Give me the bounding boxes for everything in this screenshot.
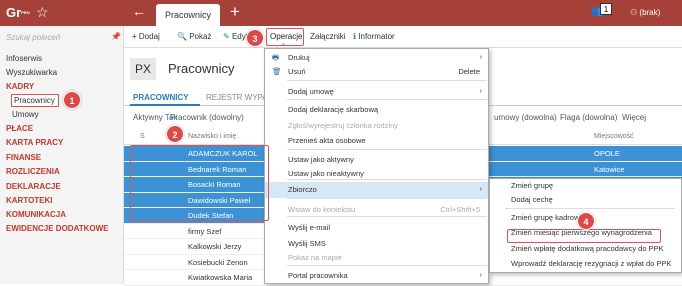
row-name: Kosiebucki Zenon bbox=[188, 257, 248, 267]
menu-separator bbox=[287, 80, 487, 81]
menu-item-label: Dodaj deklarację skarbową bbox=[288, 105, 379, 114]
sidebar-section-kadry[interactable]: KADRY bbox=[6, 82, 34, 91]
page-code-box: PX bbox=[130, 58, 156, 80]
menu-item-wstaw-do-kontekstu[interactable]: Wstaw do kontekstu Ctrl+Shift+5 bbox=[265, 202, 488, 218]
menu-item-pokaż-na-mapie[interactable]: Pokaż na mapie bbox=[265, 250, 488, 266]
app-logo[interactable]: GrPRO bbox=[6, 4, 30, 22]
chevron-right-icon: › bbox=[479, 186, 482, 193]
menu-item-wyślij-e-mail[interactable]: Wyślij e-mail bbox=[265, 220, 488, 236]
filter-employee[interactable]: Pracownik (dowolny) bbox=[170, 113, 244, 122]
menu-item-label: Usuń bbox=[288, 67, 306, 76]
pin-icon[interactable]: 📌 bbox=[111, 32, 121, 41]
sidebar-section-kartoteki[interactable]: KARTOTEKI bbox=[6, 196, 53, 205]
menu-item-ustaw-jako-nieaktywny[interactable]: Ustaw jako nieaktywny bbox=[265, 166, 488, 182]
filter-contract[interactable]: umowy (dowolna) bbox=[494, 113, 557, 122]
row-name: Kwiatkowska Maria bbox=[188, 273, 253, 282]
sidebar-section-finanse[interactable]: FINANSE bbox=[6, 153, 41, 162]
title-bar bbox=[0, 0, 682, 26]
sidebar-section-ewidencje[interactable]: EWIDENCJE DODATKOWE bbox=[6, 224, 109, 233]
chevron-right-icon: › bbox=[479, 88, 482, 95]
user-icon: ⚇ bbox=[630, 8, 640, 17]
attachments-button[interactable]: Załączniki bbox=[310, 32, 346, 41]
step-badge-3: 3 bbox=[246, 29, 264, 47]
menu-item-label: Zbiorczo bbox=[288, 185, 317, 194]
menu-separator bbox=[287, 149, 487, 150]
row-name: firmy Szef bbox=[188, 226, 222, 236]
sidebar-search-input[interactable]: Szukaj poleceń bbox=[6, 33, 60, 42]
active-tab-underline bbox=[130, 104, 200, 106]
back-arrow-icon[interactable]: ← bbox=[132, 3, 146, 19]
menu-item-shortcut: Ctrl+Shift+5 bbox=[440, 205, 480, 214]
submenu-item[interactable]: Dodaj cechę bbox=[490, 192, 680, 208]
user-menu[interactable]: ⚇ (brak) bbox=[630, 8, 660, 17]
search-icon: 🔍 bbox=[177, 32, 190, 41]
tab-pracownicy-list[interactable]: PRACOWNICY bbox=[133, 93, 189, 102]
plus-icon: + bbox=[132, 32, 139, 41]
notification-count[interactable]: 1 bbox=[600, 3, 612, 15]
pencil-icon: ✎ bbox=[223, 32, 232, 41]
sidebar-section-deklaracje[interactable]: DEKLARACJE bbox=[6, 182, 61, 191]
menu-item-portal-pracownika[interactable]: Portal pracownika › bbox=[265, 268, 488, 284]
tab-rejestr[interactable]: REJESTR WYPA bbox=[206, 93, 268, 102]
sidebar-item-infoserwis[interactable]: Infoserwis bbox=[6, 54, 42, 63]
step-badge-2: 2 bbox=[166, 125, 184, 143]
filter-more[interactable]: Więcej bbox=[622, 113, 646, 122]
chevron-right-icon: › bbox=[479, 272, 482, 279]
sidebar-item-umowy[interactable]: Umowy bbox=[12, 110, 39, 119]
menu-item-label: Drukuj bbox=[288, 53, 310, 62]
highlight-selected-rows bbox=[130, 145, 269, 221]
col-city[interactable]: Miejscowość bbox=[594, 133, 634, 140]
highlight-operations bbox=[266, 28, 304, 46]
menu-item-label: Ustaw jako nieaktywny bbox=[288, 169, 364, 178]
tab-pracownicy[interactable]: Pracownicy bbox=[156, 4, 220, 26]
add-button[interactable]: + Dodaj bbox=[132, 32, 160, 41]
menu-item-dodaj-deklarację-skarbową[interactable]: Dodaj deklarację skarbową bbox=[265, 102, 488, 118]
menu-item-label: Wstaw do kontekstu bbox=[288, 205, 356, 214]
menu-separator bbox=[287, 198, 487, 199]
row-city: Katowice bbox=[594, 164, 625, 174]
sidebar-section-place[interactable]: PŁACE bbox=[6, 124, 33, 133]
menu-item-label: Pokaż na mapie bbox=[288, 253, 342, 262]
page-title: Pracownicy bbox=[168, 61, 235, 76]
informator-button[interactable]: ℹ Informator bbox=[353, 32, 395, 41]
col-s[interactable]: S bbox=[140, 133, 145, 140]
favorites-star-icon[interactable]: ☆ bbox=[36, 4, 49, 21]
show-button[interactable]: 🔍 Pokaż bbox=[177, 32, 211, 41]
menu-item-label: Portal pracownika bbox=[288, 271, 348, 280]
menu-item-label: Przenieś akta osobowe bbox=[288, 136, 366, 145]
menu-item-label: Dodaj umowę bbox=[288, 87, 334, 96]
highlight-submenu-item bbox=[507, 229, 661, 243]
menu-item-shortcut: Delete bbox=[458, 67, 480, 76]
submenu-item[interactable]: Wprowadź deklarację rezygnacji z wpłat d… bbox=[490, 256, 680, 272]
highlight-sidebar-item bbox=[11, 94, 59, 107]
menu-item-label: Zgłoś/wyrejestruj członka rodziny bbox=[288, 121, 399, 130]
submenu-item[interactable]: Zmień wpłatę dodatkową pracodawcy do PPK bbox=[490, 241, 680, 257]
sidebar-section-komunikacja[interactable]: KOMUNIKACJA bbox=[6, 210, 66, 219]
menu-item-dodaj-umowę[interactable]: Dodaj umowę › bbox=[265, 84, 488, 100]
sidebar-section-karta-pracy[interactable]: KARTA PRACY bbox=[6, 138, 63, 147]
filter-flag[interactable]: Flaga (dowolna) bbox=[560, 113, 617, 122]
step-badge-4: 4 bbox=[577, 212, 595, 230]
menu-item-label: Wyślij SMS bbox=[288, 239, 326, 248]
step-badge-1: 1 bbox=[63, 91, 81, 109]
menu-item-zbiorczo[interactable]: Zbiorczo › bbox=[265, 182, 488, 198]
row-city: OPOLE bbox=[594, 149, 620, 158]
menu-item-przenieś-akta-osobowe[interactable]: Przenieś akta osobowe bbox=[265, 133, 488, 149]
sidebar-item-wyszukiwarka[interactable]: Wyszukiwarka bbox=[6, 68, 57, 77]
row-name: Kalkowski Jerzy bbox=[188, 242, 242, 251]
menu-item-usuń[interactable]: Usuń Delete 🗑 bbox=[265, 64, 488, 80]
menu-item-zgłoś-wyrejestruj-członka-rodziny[interactable]: Zgłoś/wyrejestruj członka rodziny bbox=[265, 118, 488, 134]
submenu-separator bbox=[505, 208, 675, 209]
menu-item-label: Wyślij e-mail bbox=[288, 223, 331, 232]
menu-item-label: Ustaw jako aktywny bbox=[288, 155, 354, 164]
col-name[interactable]: Nazwisko i imię bbox=[188, 133, 236, 140]
delete-icon: 🗑 bbox=[272, 67, 282, 76]
sidebar-section-rozliczenia[interactable]: ROZLICZENIA bbox=[6, 167, 60, 176]
new-tab-plus-icon[interactable]: + bbox=[230, 2, 240, 22]
